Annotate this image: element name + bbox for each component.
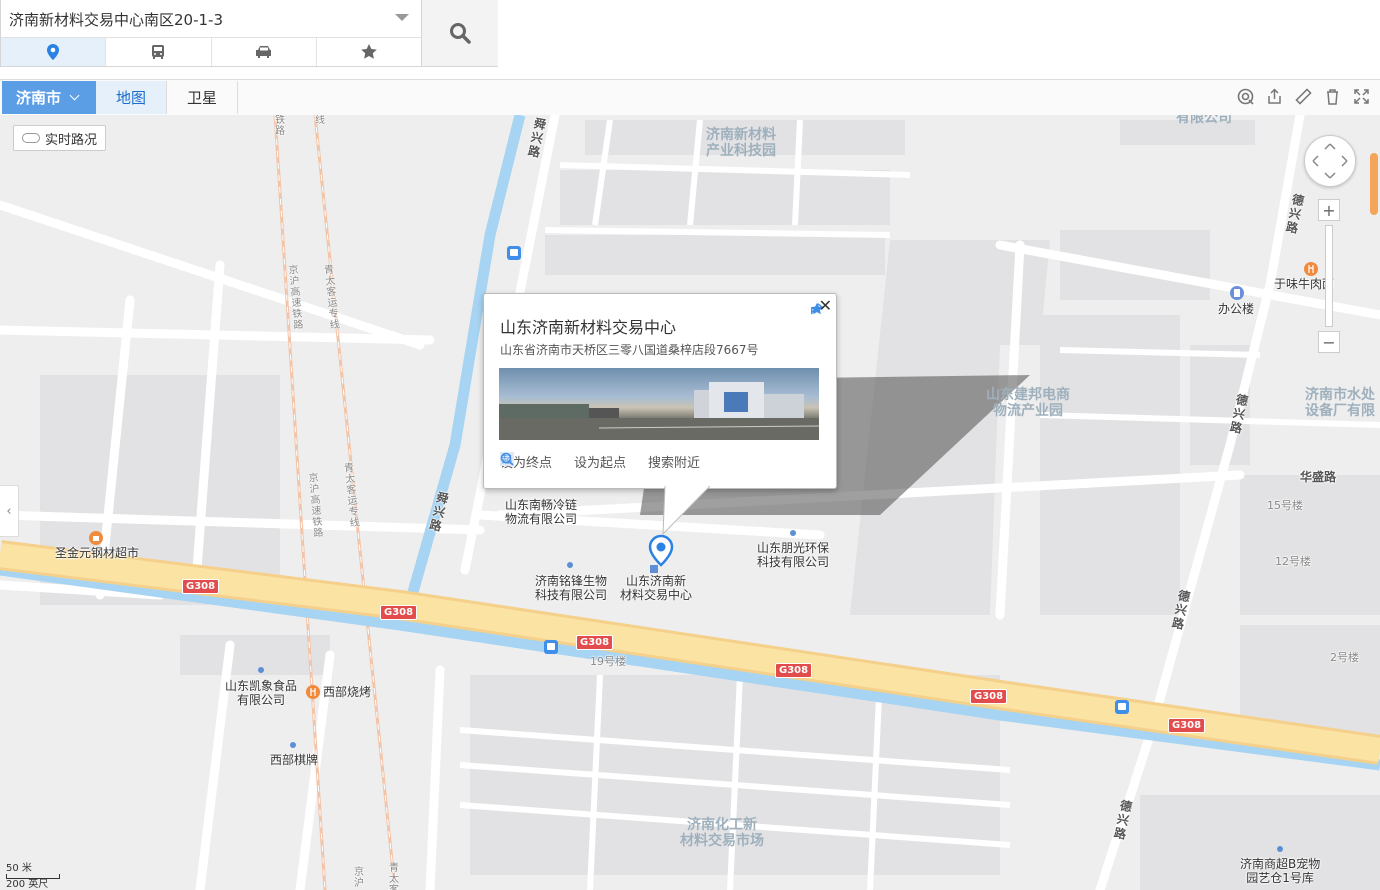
- search-input[interactable]: 济南新材料交易中心南区20-1-3: [1, 0, 421, 38]
- poi-qipai[interactable]: 西部棋牌: [270, 753, 318, 767]
- g308-shield: G308: [970, 689, 1008, 704]
- label-huasheng-road: 华盛路: [1300, 470, 1337, 484]
- trash-icon[interactable]: [1324, 88, 1341, 105]
- label-rail-5: 京沪: [354, 867, 364, 889]
- shop-icon[interactable]: [89, 531, 103, 545]
- popup-title: 山东济南新材料交易中心: [500, 318, 677, 337]
- traffic-label: 实时路况: [45, 132, 98, 148]
- label-huagong-market: 济南化工新 材料交易市场: [680, 817, 764, 849]
- street-view-image: [499, 382, 819, 440]
- poi-pet[interactable]: 济南商超B宠物 园艺仓1号库: [1240, 857, 1320, 885]
- street-view-photo[interactable]: [499, 368, 819, 440]
- poi-dot-icon[interactable]: [789, 529, 797, 537]
- popup-address: 山东省济南市天桥区三零八国道桑梓店段7667号: [500, 343, 759, 357]
- g308-shield: G308: [576, 635, 614, 650]
- fullscreen-icon[interactable]: [1353, 88, 1370, 105]
- measure-icon[interactable]: [1237, 88, 1254, 105]
- star-icon: [361, 44, 377, 59]
- place-icon: [47, 44, 60, 60]
- zoom-slider[interactable]: [1325, 225, 1333, 327]
- tab-car[interactable]: [212, 38, 317, 66]
- poi-shengjin[interactable]: 圣金元钢材超市: [55, 546, 139, 560]
- info-window: ✕ 山东济南新材料交易中心 山东省济南市天桥区三零八国道桑梓店段7667号 终设…: [483, 293, 837, 489]
- poi-office[interactable]: 办公楼: [1218, 302, 1254, 316]
- search-mode-tabs: [1, 38, 421, 66]
- label-shuiwu: 济南市水处 设备厂有限: [1305, 387, 1375, 419]
- map-tools: [1237, 88, 1370, 105]
- zoom-in-button[interactable]: +: [1318, 199, 1340, 221]
- restaurant-icon[interactable]: [1304, 262, 1318, 276]
- search-button[interactable]: [421, 0, 498, 66]
- label-b2: 2号楼: [1330, 651, 1359, 664]
- label-rail-6: 青太客: [389, 863, 399, 890]
- popup-pointer: [662, 486, 711, 536]
- traffic-toggle[interactable]: 实时路况: [13, 125, 107, 151]
- poi-center[interactable]: 山东济南新 材料交易中心: [620, 574, 692, 602]
- label-company-top: 有限公司: [1176, 115, 1232, 126]
- scale-imperial: 200 英尺: [6, 879, 49, 890]
- poi-dot-icon[interactable]: [1276, 845, 1284, 853]
- poi-kaixiang[interactable]: 山东凯象食品 有限公司: [225, 679, 297, 707]
- label-jianbang: 山东建邦电商 物流产业园: [986, 387, 1070, 419]
- city-label: 济南市: [16, 89, 62, 107]
- collapse-panel-button[interactable]: ‹: [0, 485, 19, 537]
- map-canvas[interactable]: 实时路况 济南新材料 产业科技园 有限公司 山东建邦电商 物流产业园 济南市水处 设备…: [0, 115, 1380, 890]
- ruler-icon[interactable]: [1295, 88, 1312, 105]
- tab-bus[interactable]: [106, 38, 212, 66]
- label-b15: 15号楼: [1267, 499, 1303, 512]
- share-icon[interactable]: [1266, 88, 1283, 105]
- poi-dot-icon[interactable]: [566, 561, 574, 569]
- poi-mingfeng[interactable]: 济南铭锋生物 科技有限公司: [535, 574, 607, 602]
- search-nearby-button[interactable]: 搜索附近: [500, 452, 701, 471]
- poi-xibushao[interactable]: 西部烧烤: [323, 685, 371, 699]
- zoom-out-button[interactable]: −: [1318, 331, 1340, 353]
- label-rail-8: 线: [315, 115, 325, 126]
- search-icon: [450, 23, 471, 44]
- bus-icon: [152, 45, 165, 59]
- pan-control[interactable]: [1304, 135, 1356, 187]
- poi-pengguang[interactable]: 山东朋光环保 科技有限公司: [757, 541, 829, 569]
- bus-stop-icon[interactable]: [544, 640, 558, 654]
- city-selector[interactable]: 济南市: [2, 81, 96, 114]
- tab-favorites[interactable]: [317, 38, 421, 66]
- dropdown-arrow-icon[interactable]: [395, 14, 409, 21]
- location-pin-icon[interactable]: [646, 534, 676, 574]
- tab-place[interactable]: [1, 38, 107, 66]
- g308-shield: G308: [775, 663, 813, 678]
- restaurant-icon[interactable]: [306, 685, 320, 699]
- traffic-icon: [22, 133, 40, 143]
- search-box: 济南新材料交易中心南区20-1-3: [0, 0, 498, 67]
- search-query[interactable]: 济南新材料交易中心南区20-1-3: [9, 9, 223, 30]
- scale-bar: 50 米 200 英尺: [6, 863, 60, 890]
- tab-map[interactable]: 地图: [96, 81, 167, 114]
- scrollbar[interactable]: [1370, 153, 1378, 215]
- pan-arrows-icon: [1312, 143, 1348, 179]
- g308-shield: G308: [380, 605, 418, 620]
- label-b12: 12号楼: [1275, 555, 1311, 568]
- office-icon[interactable]: [1230, 286, 1244, 300]
- label-b19: 19号楼: [590, 655, 626, 668]
- poi-nanchang[interactable]: 山东南畅冷链 物流有限公司: [505, 498, 577, 526]
- search-nearby-label: 搜索附近: [648, 456, 701, 471]
- g308-shield: G308: [1168, 718, 1206, 733]
- chevron-left-icon: ‹: [6, 503, 12, 519]
- popup-actions: 终设为终点 起设为起点 搜索附近: [500, 452, 700, 471]
- poi-dot-icon[interactable]: [257, 666, 265, 674]
- search-nearby-icon: [500, 452, 514, 466]
- set-origin-label: 设为起点: [574, 456, 627, 471]
- car-icon: [255, 46, 271, 58]
- chevron-down-icon: [69, 90, 80, 101]
- bus-stop-icon[interactable]: [1115, 700, 1129, 714]
- label-park: 济南新材料 产业科技园: [706, 127, 776, 159]
- close-icon[interactable]: ✕: [819, 296, 832, 315]
- label-rail-7: 铁路: [275, 115, 285, 137]
- set-origin-button[interactable]: 起设为起点: [500, 452, 627, 471]
- map-toolbar: 济南市 地图 卫星: [0, 79, 1380, 116]
- bus-stop-icon[interactable]: [507, 246, 521, 260]
- zoom-control: + −: [1318, 199, 1340, 361]
- scale-metric: 50 米: [6, 863, 32, 874]
- g308-shield: G308: [182, 579, 220, 594]
- poi-dot-icon[interactable]: [289, 741, 297, 749]
- tab-satellite[interactable]: 卫星: [167, 81, 238, 114]
